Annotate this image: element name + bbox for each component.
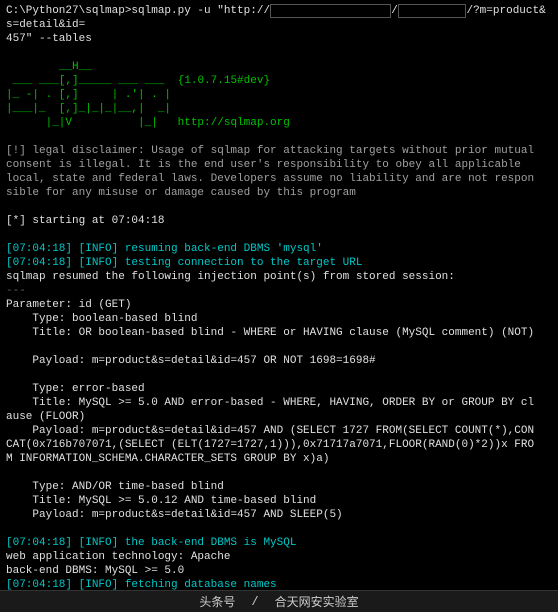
footer-right: 合天网安实验室	[275, 593, 359, 610]
footer-left: 头条号	[199, 593, 235, 610]
footer-separator: /	[251, 595, 258, 609]
terminal-window: C:\Python27\sqlmap>sqlmap.py -u "http://…	[0, 0, 558, 590]
footer-bar: 头条号 / 合天网安实验室	[0, 590, 558, 612]
